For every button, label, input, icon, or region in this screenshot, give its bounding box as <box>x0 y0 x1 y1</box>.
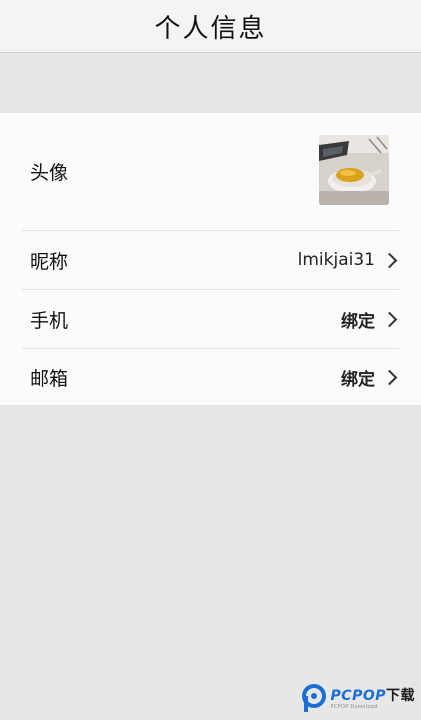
chevron-right-icon <box>381 252 398 268</box>
nickname-value: lmikjai31 <box>297 250 375 270</box>
nickname-label: 昵称 <box>30 250 69 273</box>
watermark-subtitle: PCPOP Download <box>330 703 378 710</box>
email-label: 邮箱 <box>30 367 69 390</box>
nickname-row[interactable]: 昵称 lmikjai31 <box>0 231 421 289</box>
navigation-bar: 个人信息 <box>0 0 421 53</box>
page-title: 个人信息 <box>154 13 267 44</box>
phone-bind-status: 绑定 <box>341 311 375 332</box>
avatar-photo-icon <box>319 135 389 205</box>
profile-settings-list: 头像 昵称 lmikjai31 手机 绑定 邮箱 绑定 <box>0 113 421 405</box>
phone-row[interactable]: 手机 绑定 <box>0 290 421 348</box>
watermark-brand-latin: PCPOP <box>330 687 386 704</box>
chevron-right-icon <box>381 369 398 385</box>
chevron-right-icon <box>381 311 398 327</box>
section-spacer <box>0 53 421 113</box>
phone-label: 手机 <box>30 309 69 332</box>
avatar-image[interactable] <box>319 135 389 205</box>
avatar-label: 头像 <box>30 162 69 184</box>
watermark-logo: PCPOP下载 PCPOP Download <box>301 682 415 716</box>
email-row[interactable]: 邮箱 绑定 <box>0 349 421 405</box>
email-bind-status: 绑定 <box>341 369 375 390</box>
watermark-brand-cn: 下载 <box>386 687 415 704</box>
avatar-row[interactable]: 头像 <box>0 113 421 230</box>
watermark-brand: PCPOP下载 <box>331 689 415 703</box>
pcpop-logo-icon <box>301 684 326 712</box>
